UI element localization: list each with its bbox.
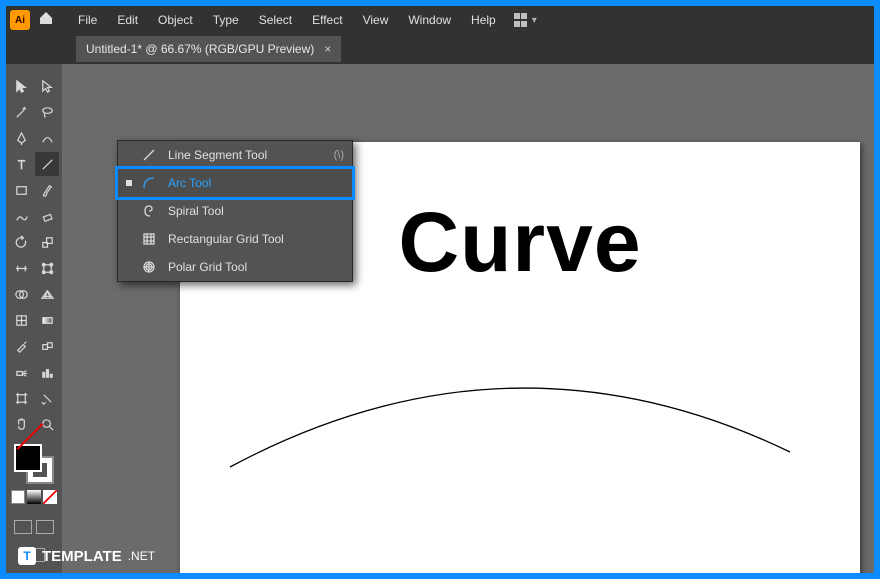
line-icon bbox=[140, 147, 158, 163]
menu-type[interactable]: Type bbox=[203, 9, 249, 31]
lasso-tool-icon[interactable] bbox=[35, 100, 59, 124]
gradient-tool-icon[interactable] bbox=[35, 308, 59, 332]
flyout-arc-tool[interactable]: Arc Tool bbox=[118, 169, 352, 197]
watermark-suffix: .NET bbox=[128, 549, 155, 563]
shape-builder-tool-icon[interactable] bbox=[9, 282, 33, 306]
title-bar: Ai File Edit Object Type Select Effect V… bbox=[6, 6, 874, 34]
pen-tool-icon[interactable] bbox=[9, 126, 33, 150]
type-tool-icon[interactable] bbox=[9, 152, 33, 176]
flyout-item-label: Line Segment Tool bbox=[168, 148, 267, 162]
slice-tool-icon[interactable] bbox=[35, 386, 59, 410]
polar-grid-icon bbox=[140, 259, 158, 275]
scale-tool-icon[interactable] bbox=[35, 230, 59, 254]
column-graph-tool-icon[interactable] bbox=[35, 360, 59, 384]
menu-window[interactable]: Window bbox=[398, 9, 461, 31]
watermark: T TEMPLATE .NET bbox=[18, 547, 155, 565]
menu-bar: File Edit Object Type Select Effect View… bbox=[68, 6, 537, 34]
draw-mode-normal-icon[interactable] bbox=[14, 520, 32, 534]
blend-tool-icon[interactable] bbox=[35, 334, 59, 358]
menu-help[interactable]: Help bbox=[461, 9, 506, 31]
width-tool-icon[interactable] bbox=[9, 256, 33, 280]
free-transform-tool-icon[interactable] bbox=[35, 256, 59, 280]
rect-grid-icon bbox=[140, 231, 158, 247]
home-icon[interactable] bbox=[38, 10, 54, 31]
fill-swatch[interactable] bbox=[14, 444, 42, 472]
fill-stroke-swatches[interactable] bbox=[12, 444, 56, 486]
workspace-switcher[interactable]: ▾ bbox=[514, 13, 537, 27]
menu-select[interactable]: Select bbox=[249, 9, 302, 31]
hand-tool-icon[interactable] bbox=[9, 412, 33, 436]
color-mode-gradient[interactable] bbox=[27, 490, 41, 504]
draw-mode-behind-icon[interactable] bbox=[36, 520, 54, 534]
perspective-grid-tool-icon[interactable] bbox=[35, 282, 59, 306]
close-icon[interactable]: × bbox=[324, 42, 331, 56]
app-logo: Ai bbox=[10, 10, 30, 30]
menu-object[interactable]: Object bbox=[148, 9, 203, 31]
arc-icon bbox=[140, 175, 158, 191]
eraser-tool-icon[interactable] bbox=[35, 204, 59, 228]
selection-tool-icon[interactable] bbox=[9, 74, 33, 98]
curvature-tool-icon[interactable] bbox=[35, 126, 59, 150]
canvas[interactable]: Curve Line Segment Tool (\) Arc Tool S bbox=[62, 64, 874, 573]
menu-view[interactable]: View bbox=[353, 9, 399, 31]
flyout-item-label: Polar Grid Tool bbox=[168, 260, 247, 274]
eyedropper-tool-icon[interactable] bbox=[9, 334, 33, 358]
rectangle-tool-icon[interactable] bbox=[9, 178, 33, 202]
paintbrush-tool-icon[interactable] bbox=[35, 178, 59, 202]
flyout-item-label: Arc Tool bbox=[168, 176, 211, 190]
menu-edit[interactable]: Edit bbox=[107, 9, 148, 31]
arc-path bbox=[220, 357, 800, 477]
color-mode-none[interactable] bbox=[43, 490, 57, 504]
mesh-tool-icon[interactable] bbox=[9, 308, 33, 332]
menu-file[interactable]: File bbox=[68, 9, 107, 31]
artboard-tool-icon[interactable] bbox=[9, 386, 33, 410]
spiral-icon bbox=[140, 203, 158, 219]
artboard-text: Curve bbox=[398, 194, 641, 291]
shaper-tool-icon[interactable] bbox=[9, 204, 33, 228]
tool-panel bbox=[6, 64, 62, 573]
menu-effect[interactable]: Effect bbox=[302, 9, 352, 31]
line-tool-flyout: Line Segment Tool (\) Arc Tool Spiral To… bbox=[117, 140, 353, 282]
color-mode-swatches[interactable] bbox=[11, 490, 57, 504]
flyout-item-shortcut: (\) bbox=[334, 149, 344, 161]
grid-icon bbox=[514, 13, 528, 27]
flyout-item-label: Spiral Tool bbox=[168, 204, 224, 218]
zoom-tool-icon[interactable] bbox=[35, 412, 59, 436]
flyout-rectangular-grid-tool[interactable]: Rectangular Grid Tool bbox=[118, 225, 352, 253]
document-tab[interactable]: Untitled-1* @ 66.67% (RGB/GPU Preview) × bbox=[76, 36, 341, 62]
flyout-spiral-tool[interactable]: Spiral Tool bbox=[118, 197, 352, 225]
flyout-line-segment-tool[interactable]: Line Segment Tool (\) bbox=[118, 141, 352, 169]
tab-title: Untitled-1* @ 66.67% (RGB/GPU Preview) bbox=[86, 42, 314, 56]
watermark-text: TEMPLATE bbox=[42, 548, 122, 565]
document-tab-bar: Untitled-1* @ 66.67% (RGB/GPU Preview) × bbox=[6, 34, 874, 64]
magic-wand-tool-icon[interactable] bbox=[9, 100, 33, 124]
flyout-polar-grid-tool[interactable]: Polar Grid Tool bbox=[118, 253, 352, 281]
rotate-tool-icon[interactable] bbox=[9, 230, 33, 254]
flyout-item-label: Rectangular Grid Tool bbox=[168, 232, 284, 246]
color-mode-solid[interactable] bbox=[11, 490, 25, 504]
direct-selection-tool-icon[interactable] bbox=[35, 74, 59, 98]
symbol-sprayer-tool-icon[interactable] bbox=[9, 360, 33, 384]
watermark-icon: T bbox=[18, 547, 36, 565]
line-segment-tool-icon[interactable] bbox=[35, 152, 59, 176]
